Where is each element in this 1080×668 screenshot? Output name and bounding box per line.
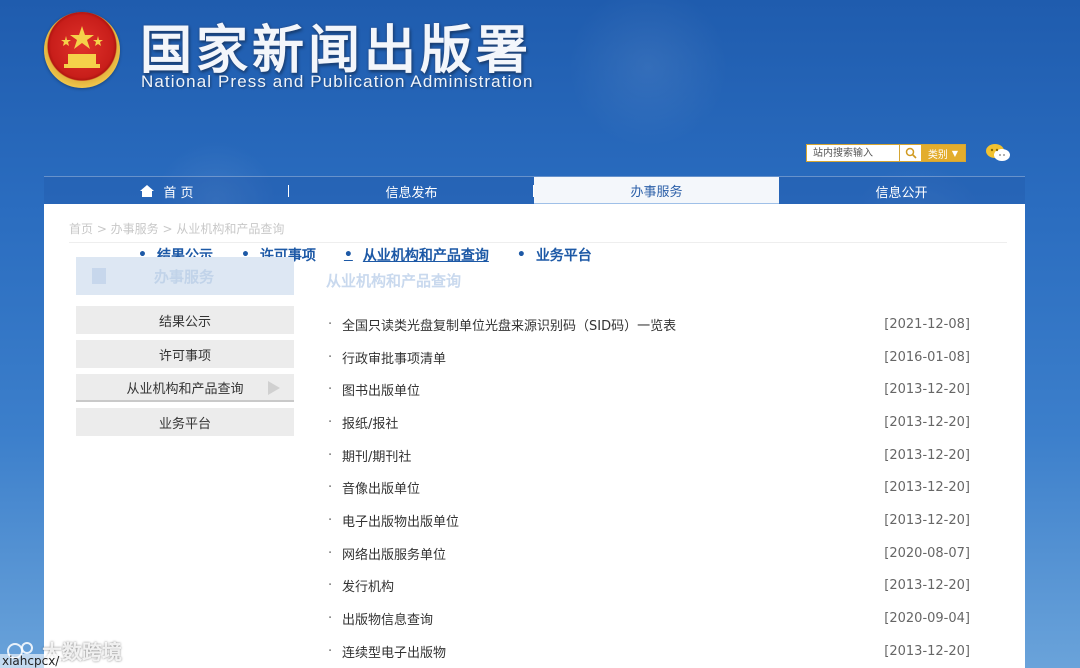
list-item-date: [2013-12-20] <box>884 480 970 496</box>
list-item[interactable]: · 图书出版单位 [2013-12-20] <box>328 373 970 406</box>
list-item-date: [2013-12-20] <box>884 414 970 430</box>
document-icon <box>92 268 106 284</box>
bullet-icon: · <box>328 349 333 365</box>
list-item[interactable]: · 音像出版单位 [2013-12-20] <box>328 471 970 504</box>
bullet-icon: · <box>328 316 333 332</box>
sidebar-item-label: 许可事项 <box>158 348 211 364</box>
list-item-title[interactable]: 网络出版服务单位 <box>342 544 884 563</box>
sidebar-item-label: 从业机构和产品查询 <box>126 381 244 397</box>
sidebar-item-permits[interactable]: 许可事项 <box>76 340 294 368</box>
nav-services[interactable]: 办事服务 <box>534 177 779 205</box>
nav-services-label: 办事服务 <box>630 184 683 200</box>
sidebar-menu: 结果公示 许可事项 从业机构和产品查询 业务平台 <box>76 306 294 442</box>
list-item-title[interactable]: 音像出版单位 <box>342 478 884 497</box>
list-item-date: [2013-12-20] <box>884 578 970 594</box>
nav-info-release-label: 信息发布 <box>385 185 438 201</box>
search-icon <box>905 147 917 159</box>
list-item[interactable]: · 全国只读类光盘复制单位光盘来源识别码（SID码）一览表 [2021-12-08] <box>328 308 970 341</box>
chevron-down-icon: ▼ <box>951 148 959 158</box>
list-item[interactable]: · 出版物信息查询 [2020-09-04] <box>328 602 970 635</box>
list-item[interactable]: · 报纸/报社 [2013-12-20] <box>328 406 970 439</box>
list-item-date: [2013-12-20] <box>884 512 970 528</box>
list-item-date: [2013-12-20] <box>884 447 970 463</box>
nav-info-release[interactable]: 信息发布 <box>289 177 534 205</box>
list-item-date: [2020-08-07] <box>884 545 970 561</box>
arrow-right-icon <box>268 381 280 395</box>
bullet-icon: · <box>328 480 333 496</box>
list-item-title[interactable]: 电子出版物出版单位 <box>342 511 884 530</box>
list-item-title[interactable]: 图书出版单位 <box>342 380 884 399</box>
bullet-icon: · <box>328 414 333 430</box>
nav-home[interactable]: 首 页 <box>44 177 289 205</box>
bullet-icon: · <box>328 643 333 659</box>
list-item-title[interactable]: 报纸/报社 <box>342 413 884 432</box>
main-nav: 首 页 信息发布 办事服务 信息公开 <box>44 176 1025 205</box>
list-item-title[interactable]: 连续型电子出版物 <box>342 642 884 661</box>
list-item[interactable]: · 发行机构 [2013-12-20] <box>328 570 970 603</box>
bullet-icon: · <box>328 611 333 627</box>
list-item-date: [2013-12-20] <box>884 643 970 659</box>
search-button[interactable] <box>899 145 921 161</box>
sidebar-item-results[interactable]: 结果公示 <box>76 306 294 334</box>
nav-info-disclosure-label: 信息公开 <box>875 185 928 201</box>
nav-home-label: 首 页 <box>163 185 194 201</box>
list-item-date: [2021-12-08] <box>884 316 970 332</box>
list-item[interactable]: · 期刊/期刊社 [2013-12-20] <box>328 439 970 472</box>
sidebar-item-label: 业务平台 <box>158 416 211 432</box>
result-list: · 全国只读类光盘复制单位光盘来源识别码（SID码）一览表 [2021-12-08]… <box>328 308 970 668</box>
list-item-title[interactable]: 发行机构 <box>342 576 884 595</box>
content-panel: 首页 > 办事服务 > 从业机构和产品查询 结果公示 许可事项 从业机构和产品查… <box>44 204 1025 668</box>
sidebar-heading: 办事服务 <box>76 257 294 295</box>
list-item-title[interactable]: 出版物信息查询 <box>342 609 884 628</box>
category-label: 类别 <box>927 149 948 161</box>
breadcrumb: 首页 > 办事服务 > 从业机构和产品查询 <box>69 222 285 236</box>
bullet-icon: · <box>328 382 333 398</box>
search-box: 类别 ▼ <box>806 144 966 162</box>
nav-info-disclosure[interactable]: 信息公开 <box>779 177 1024 205</box>
watermark-url: xiahcpcx/ <box>0 654 62 668</box>
home-icon <box>140 185 155 197</box>
category-dropdown[interactable]: 类别 ▼ <box>921 145 965 161</box>
section-title: 从业机构和产品查询 <box>326 272 462 290</box>
breadcrumb-divider <box>69 242 1007 243</box>
sidebar-item-label: 结果公示 <box>158 314 211 330</box>
tab-business-platform[interactable]: 业务平台 <box>517 245 592 265</box>
site-subtitle: National Press and Publication Administr… <box>141 72 534 91</box>
list-item[interactable]: · 网络出版服务单位 [2020-08-07] <box>328 537 970 570</box>
bullet-icon: · <box>328 545 333 561</box>
bullet-icon: · <box>328 512 333 528</box>
wechat-icon[interactable] <box>985 142 1011 164</box>
tab-institution-query[interactable]: 从业机构和产品查询 <box>344 245 489 265</box>
sidebar-item-business-platform[interactable]: 业务平台 <box>76 408 294 436</box>
bullet-icon: · <box>328 447 333 463</box>
list-item[interactable]: · 连续型电子出版物 [2013-12-20] <box>328 635 970 668</box>
national-emblem-icon <box>44 12 120 88</box>
sidebar-item-institution-query[interactable]: 从业机构和产品查询 <box>76 374 294 402</box>
list-item-date: [2013-12-20] <box>884 382 970 398</box>
bullet-icon: · <box>328 578 333 594</box>
list-item-date: [2020-09-04] <box>884 611 970 627</box>
list-item-title[interactable]: 全国只读类光盘复制单位光盘来源识别码（SID码）一览表 <box>342 315 884 334</box>
search-input[interactable] <box>807 145 899 161</box>
sidebar-heading-label: 办事服务 <box>154 267 215 286</box>
list-item-date: [2016-01-08] <box>884 349 970 365</box>
list-item[interactable]: · 电子出版物出版单位 [2013-12-20] <box>328 504 970 537</box>
list-item-title[interactable]: 期刊/期刊社 <box>342 446 884 465</box>
list-item-title[interactable]: 行政审批事项清单 <box>342 348 884 367</box>
list-item[interactable]: · 行政审批事项清单 [2016-01-08] <box>328 341 970 374</box>
